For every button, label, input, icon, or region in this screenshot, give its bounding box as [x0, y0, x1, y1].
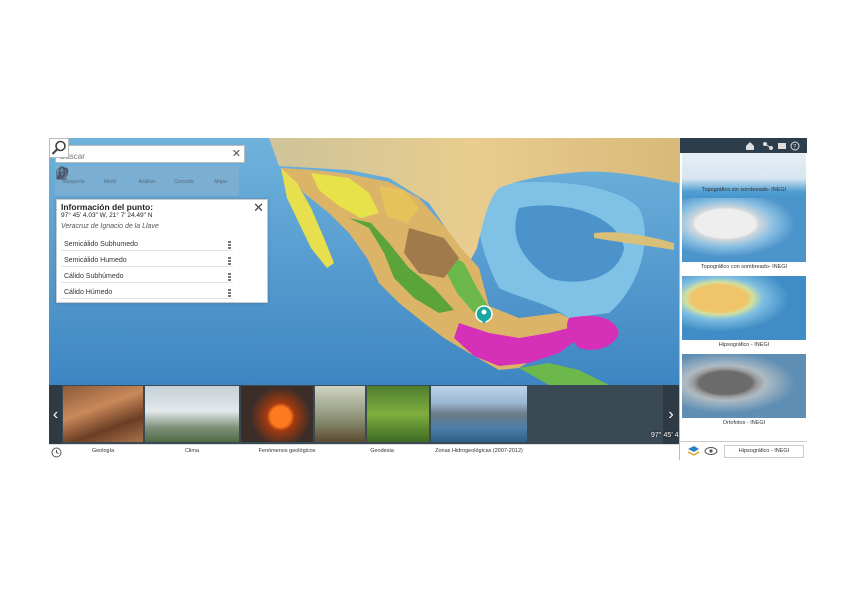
gallery-prev-icon[interactable]: ‹: [49, 385, 62, 444]
layer-label: Topográfico sin sombreado- INEGI: [701, 187, 787, 193]
info-row-label: Cálido Húmedo: [64, 289, 113, 296]
panel-toolbar: ?: [680, 138, 807, 153]
info-row-label: Semicálido Humedo: [64, 257, 127, 264]
layer-label: Ortofotos - INEGI: [722, 420, 766, 426]
info-title: Información del punto:: [61, 202, 154, 212]
tool-medir[interactable]: Medir: [55, 166, 129, 196]
search-icon[interactable]: [49, 138, 69, 158]
eye-icon[interactable]: [704, 447, 718, 455]
info-row-label: Semicálido Subhumedo: [64, 241, 138, 248]
panel-footer: Hipsográfico - INEGI: [680, 441, 807, 460]
caption-clima[interactable]: Clima: [145, 448, 239, 454]
thumb-geodesia-2[interactable]: [367, 386, 429, 442]
map-view[interactable]: ✕ Búsqueda Medir Análisis Consulta: [49, 138, 679, 385]
share-icon[interactable]: [763, 142, 773, 150]
info-place: Veracruz de Ignacio de la Llave: [61, 223, 159, 230]
layer-thumbnail: [682, 354, 806, 418]
thumb-geodesia-1[interactable]: [315, 386, 365, 442]
more-icon[interactable]: [228, 273, 231, 281]
thumb-fenomenos[interactable]: [241, 386, 313, 442]
thumb-geologia[interactable]: [63, 386, 143, 442]
thumb-zonas[interactable]: [431, 386, 527, 442]
info-row-label: Cálido Subhúmedo: [64, 273, 124, 280]
search-box: ✕: [55, 145, 245, 165]
tool-mapa[interactable]: Mapa: [55, 166, 239, 196]
search-input[interactable]: [56, 148, 229, 165]
layer-controls: [687, 446, 718, 456]
base-layers-panel: ? Topográfico sin sombreado- INEGI Topog…: [679, 138, 807, 460]
base-layer-select[interactable]: Hipsográfico - INEGI: [724, 445, 804, 458]
more-icon[interactable]: [228, 241, 231, 249]
caption-geodesia[interactable]: Geodesia: [335, 448, 429, 454]
info-coordinates: 97° 45' 4.03" W, 21° 7' 24.49" N: [61, 212, 153, 219]
globe-icon: [55, 166, 69, 180]
map-application: ✕ Búsqueda Medir Análisis Consulta: [49, 138, 807, 460]
info-row[interactable]: Cálido Húmedo: [61, 286, 233, 299]
thumb-clima[interactable]: [145, 386, 239, 442]
caption-zonas[interactable]: Zonas Hidrogeológicas (2007-2012): [431, 448, 527, 454]
layer-topografico-con[interactable]: Topográfico con sombreado- INEGI: [681, 198, 807, 274]
layer-thumbnail: [682, 276, 806, 340]
map-toolbar: Búsqueda Medir Análisis Consulta Mapa: [55, 166, 239, 196]
more-icon[interactable]: [228, 257, 231, 265]
caption-fenomenos[interactable]: Fenómenos geológicos: [241, 448, 333, 454]
gallery-captions: Geología Clima Fenómenos geológicos Geod…: [49, 444, 679, 460]
tool-label: Medir: [103, 179, 117, 185]
info-row[interactable]: Cálido Subhúmedo: [61, 270, 233, 283]
print-icon[interactable]: [778, 143, 786, 149]
theme-gallery: ‹ ›: [49, 385, 679, 444]
info-row[interactable]: Semicálido Subhumedo: [61, 238, 233, 251]
tool-label: Mapa: [214, 179, 227, 185]
layer-hipsografico[interactable]: Hipsográfico - INEGI: [681, 276, 807, 352]
clear-search-icon[interactable]: ✕: [232, 147, 241, 161]
layer-label: Hipsográfico - INEGI: [718, 342, 770, 348]
tool-label: Análisis: [138, 179, 156, 185]
panel-tools: ?: [746, 141, 800, 151]
tool-label: Consulta: [173, 179, 194, 185]
home-icon[interactable]: [746, 142, 754, 150]
tool-analisis[interactable]: Análisis: [57, 166, 166, 196]
help-icon[interactable]: ?: [790, 141, 800, 151]
more-icon[interactable]: [228, 289, 231, 297]
layer-label: Topográfico con sombreado- INEGI: [700, 264, 788, 270]
layer-ortofotos[interactable]: Ortofotos - INEGI: [681, 354, 807, 430]
info-row[interactable]: Semicálido Humedo: [61, 254, 233, 267]
point-info-panel: Información del punto: 97° 45' 4.03" W, …: [56, 199, 268, 303]
tool-consulta[interactable]: Consulta: [56, 166, 202, 196]
layer-thumbnail: [682, 198, 806, 262]
close-icon[interactable]: ✕: [253, 200, 264, 216]
layers-icon[interactable]: [687, 446, 700, 456]
caption-geologia[interactable]: Geología: [63, 448, 143, 454]
clock-icon[interactable]: [51, 447, 62, 458]
scale-readout: Escala Mercator: [750, 430, 794, 436]
